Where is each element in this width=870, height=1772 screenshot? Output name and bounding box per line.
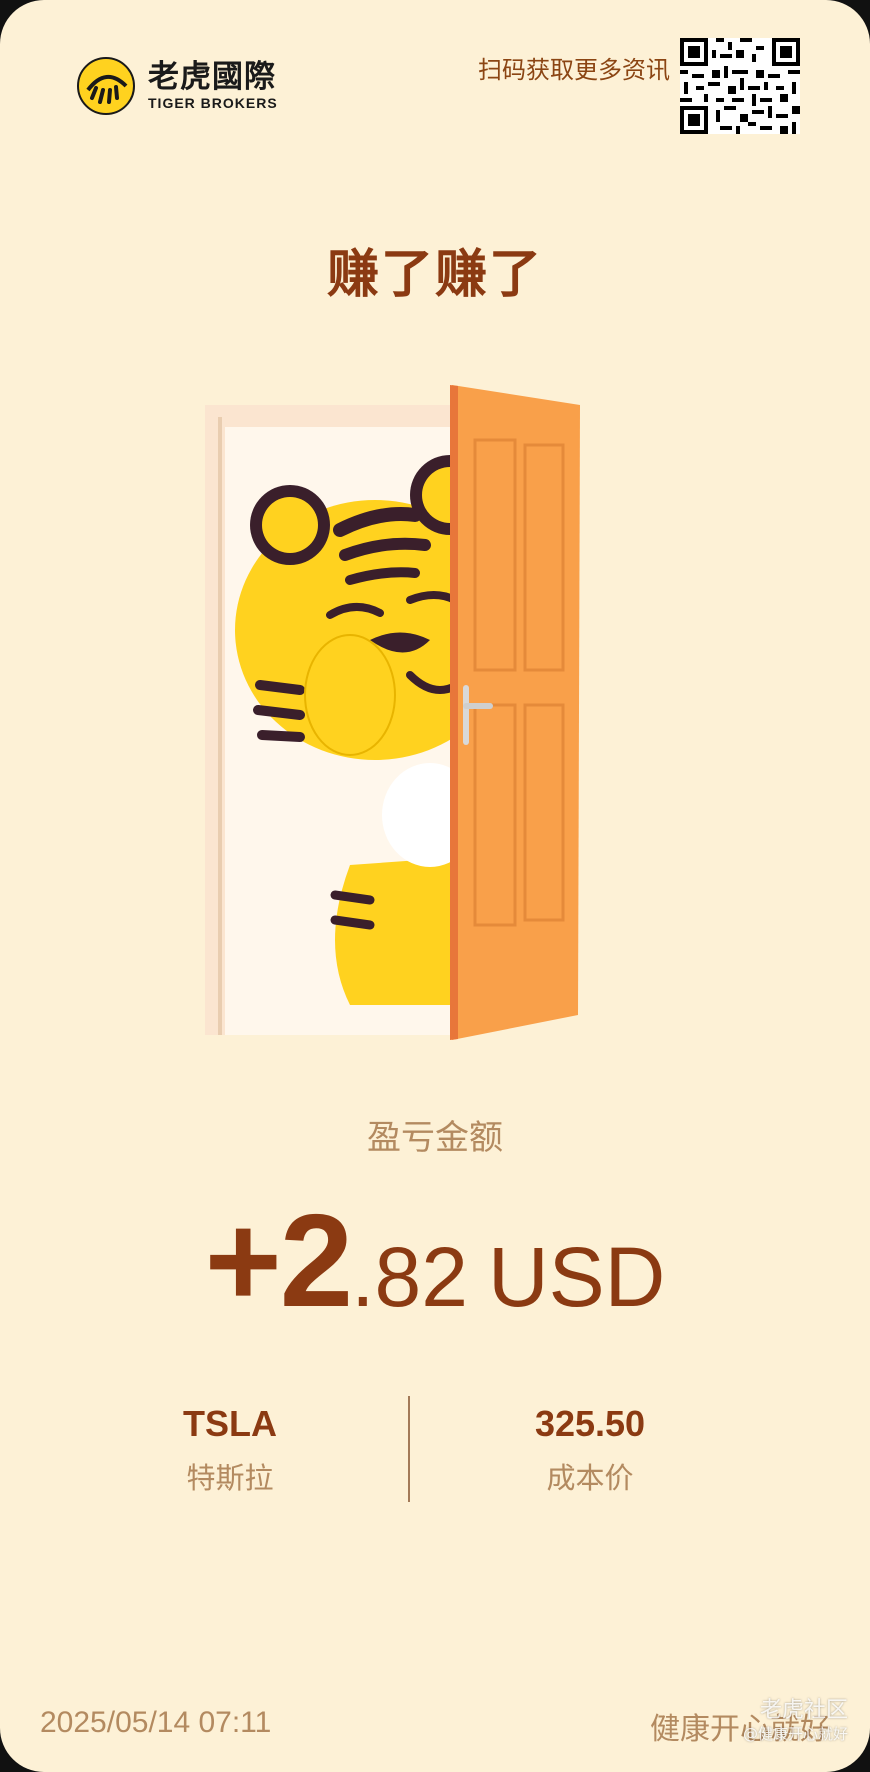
stock-symbol-column: TSLA 特斯拉 [80,1400,380,1498]
brand-logo: 老虎國際 TIGER BROKERS [76,56,278,116]
door [450,385,580,1040]
brand-wordmark: 老虎國際 TIGER BROKERS [148,60,278,112]
pnl-amount-integer: +2 [204,1187,353,1334]
door-frame-top [205,405,465,427]
stock-symbol: TSLA [183,1403,277,1444]
timestamp: 2025/05/14 07:11 [40,1706,272,1739]
community-watermark: 老虎社区 @健康开心就好 [743,1698,848,1744]
pnl-label: 盈亏金额 [367,1118,503,1158]
tiger-door-illustration [205,385,580,1040]
cost-price-label: 成本价 [546,1461,634,1495]
pnl-amount: +2.82 USD [0,1185,870,1336]
tiger-logo-icon [77,57,135,115]
cost-price-column: 325.50 成本价 [440,1400,740,1498]
stock-name: 特斯拉 [186,1461,274,1495]
watermark-handle: @健康开心就好 [742,1725,848,1743]
pnl-currency: USD [487,1230,666,1324]
brand-name-cn: 老虎國際 [148,59,276,95]
pnl-amount-decimal: .82 [351,1230,468,1324]
cost-price-value: 325.50 [534,1403,646,1444]
stat-divider [408,1396,410,1502]
qr-code-icon[interactable] [680,38,800,134]
watermark-title: 老虎社区 [759,1698,848,1723]
scan-prompt: 扫码获取更多资讯 [478,56,670,84]
brand-name-en: TIGER BROKERS [148,95,278,111]
share-card: 老虎國際 TIGER BROKERS 扫码获取更多资讯 赚了赚了 盈亏金额 +2… [0,0,870,1772]
headline: 赚了赚了 [326,245,543,305]
